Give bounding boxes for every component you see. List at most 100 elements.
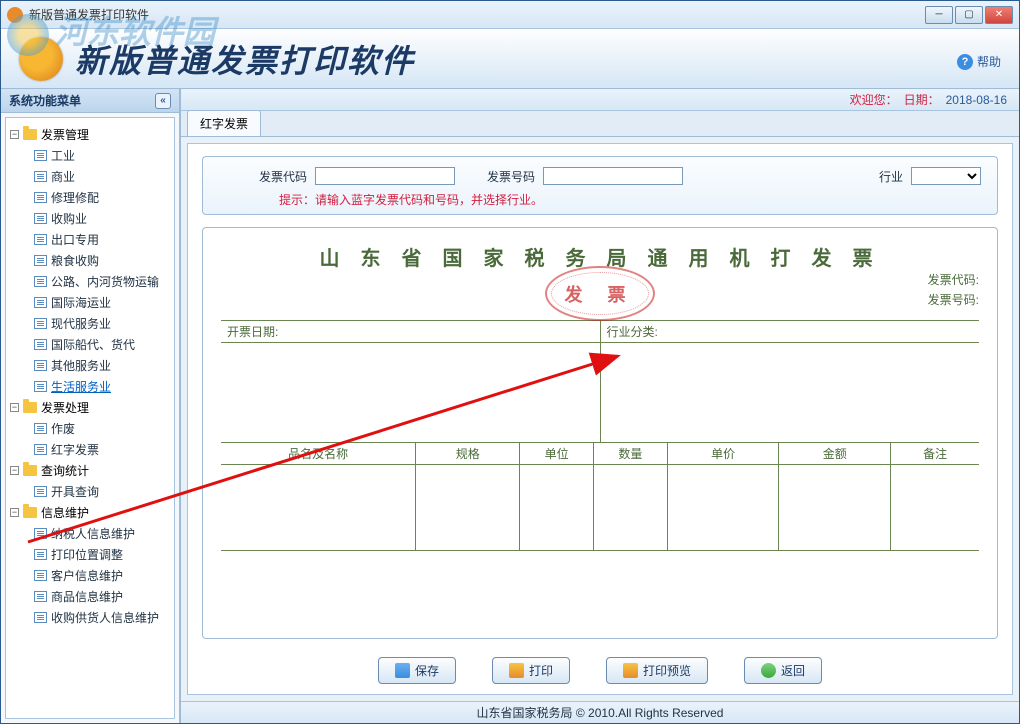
- tree-item-label: 修理修配: [51, 189, 99, 206]
- window-title: 新版普通发票打印软件: [29, 6, 925, 23]
- invoice-codes: 发票代码: 发票号码:: [928, 268, 979, 311]
- save-icon: [395, 663, 410, 678]
- banner: 新版普通发票打印软件 ? 帮助: [1, 29, 1019, 89]
- inv-code-label: 发票代码:: [928, 271, 979, 288]
- tree-item[interactable]: 工业: [6, 145, 174, 166]
- tree-item[interactable]: 客户信息维护: [6, 565, 174, 586]
- col-qty: 数量: [594, 443, 668, 464]
- doc-icon: [34, 339, 47, 350]
- back-button[interactable]: 返回: [744, 657, 822, 684]
- tree-item[interactable]: 粮食收购: [6, 250, 174, 271]
- help-link[interactable]: ? 帮助: [957, 53, 1001, 70]
- col-price: 单价: [668, 443, 780, 464]
- status-bar: 欢迎您： 日期： 2018-08-16: [181, 89, 1019, 111]
- tree-item[interactable]: 国际船代、货代: [6, 334, 174, 355]
- doc-icon: [34, 591, 47, 602]
- tree-item[interactable]: 出口专用: [6, 229, 174, 250]
- folder-icon: [23, 129, 37, 140]
- col-unit: 单位: [520, 443, 594, 464]
- tree-group-2[interactable]: −查询统计: [6, 460, 174, 481]
- tree-item-label: 国际海运业: [51, 294, 111, 311]
- doc-icon: [34, 276, 47, 287]
- tree-group-0[interactable]: − 发票管理: [6, 124, 174, 145]
- sidebar-header: 系统功能菜单 «: [1, 89, 179, 113]
- folder-icon: [23, 507, 37, 518]
- invoice-code-input[interactable]: [315, 167, 455, 185]
- print-icon: [509, 663, 524, 678]
- tree-group-1[interactable]: −发票处理: [6, 397, 174, 418]
- tree-item-label: 客户信息维护: [51, 567, 123, 584]
- tree-item-label: 收购业: [51, 210, 87, 227]
- col-name: 品名及名称: [221, 443, 416, 464]
- close-button[interactable]: ✕: [985, 6, 1013, 24]
- tab-red-invoice[interactable]: 红字发票: [187, 110, 261, 136]
- tree-item-label: 收购供货人信息维护: [51, 609, 159, 626]
- tree-item[interactable]: 开具查询: [6, 481, 174, 502]
- tree-group-3[interactable]: −信息维护: [6, 502, 174, 523]
- titlebar: 新版普通发票打印软件 ─ ▢ ✕: [1, 1, 1019, 29]
- tree-item[interactable]: 红字发票: [6, 439, 174, 460]
- tree-item[interactable]: 收购业: [6, 208, 174, 229]
- doc-icon: [34, 318, 47, 329]
- doc-icon: [34, 444, 47, 455]
- help-icon: ?: [957, 54, 973, 70]
- seller-cell: [601, 343, 980, 442]
- doc-icon: [34, 150, 47, 161]
- tree-item[interactable]: 商品信息维护: [6, 586, 174, 607]
- tab-bar: 红字发票: [181, 111, 1019, 137]
- doc-icon: [34, 423, 47, 434]
- tree-item-label: 红字发票: [51, 441, 99, 458]
- tree-item-label: 生活服务业: [51, 378, 111, 395]
- tree-item[interactable]: 作废: [6, 418, 174, 439]
- tree-item[interactable]: 商业: [6, 166, 174, 187]
- footer: 山东省国家税务局 © 2010.All Rights Reserved: [181, 701, 1019, 723]
- tree-item-label: 工业: [51, 147, 75, 164]
- invoice-number-input[interactable]: [543, 167, 683, 185]
- body-spec: [416, 465, 520, 550]
- app-window: 河东软件园 新版普通发票打印软件 ─ ▢ ✕ 新版普通发票打印软件 ? 帮助 系…: [0, 0, 1020, 724]
- banner-title: 新版普通发票打印软件: [75, 36, 415, 82]
- tree-item-label: 国际船代、货代: [51, 336, 135, 353]
- tree-item[interactable]: 修理修配: [6, 187, 174, 208]
- doc-icon: [34, 612, 47, 623]
- doc-icon: [34, 549, 47, 560]
- tree-item[interactable]: 打印位置调整: [6, 544, 174, 565]
- save-button[interactable]: 保存: [378, 657, 456, 684]
- preview-button[interactable]: 打印预览: [606, 657, 708, 684]
- tree-item[interactable]: 收购供货人信息维护: [6, 607, 174, 628]
- welcome-label: 欢迎您：: [850, 91, 898, 108]
- doc-icon: [34, 528, 47, 539]
- tree-toggle-icon: −: [10, 130, 19, 139]
- body-note: [891, 465, 979, 550]
- tree-toggle-icon: −: [10, 466, 19, 475]
- tree-item[interactable]: 纳税人信息维护: [6, 523, 174, 544]
- tree-item[interactable]: 现代服务业: [6, 313, 174, 334]
- tree-group-label: 发票管理: [41, 126, 89, 143]
- industry-cat-cell: 行业分类:: [601, 321, 980, 342]
- stamp-icon: 发 票: [545, 266, 655, 321]
- tree-item-label: 商品信息维护: [51, 588, 123, 605]
- tree-item[interactable]: 其他服务业: [6, 355, 174, 376]
- tree-item[interactable]: 国际海运业: [6, 292, 174, 313]
- number-label: 发票号码: [487, 168, 535, 185]
- print-button[interactable]: 打印: [492, 657, 570, 684]
- date-label: 日期：: [904, 91, 940, 108]
- minimize-button[interactable]: ─: [925, 6, 953, 24]
- doc-icon: [34, 381, 47, 392]
- tree-item[interactable]: 生活服务业: [6, 376, 174, 397]
- tree-toggle-icon: −: [10, 508, 19, 517]
- tree-item[interactable]: 公路、内河货物运输: [6, 271, 174, 292]
- industry-label: 行业: [879, 168, 903, 185]
- tree-item-label: 打印位置调整: [51, 546, 123, 563]
- industry-select[interactable]: [911, 167, 981, 185]
- sidebar: 系统功能菜单 « − 发票管理工业商业修理修配收购业出口专用粮食收购公路、内河货物…: [1, 89, 181, 723]
- sidebar-collapse-button[interactable]: «: [155, 93, 171, 109]
- form-hint: 提示：请输入蓝字发票代码和号码，并选择行业。: [279, 191, 981, 208]
- banner-logo-icon: [19, 37, 63, 81]
- invoice-table: 开票日期: 行业分类: 品名及名称 规格 单位 数量 单价: [221, 320, 979, 551]
- maximize-button[interactable]: ▢: [955, 6, 983, 24]
- doc-icon: [34, 255, 47, 266]
- tree-item-label: 开具查询: [51, 483, 99, 500]
- doc-icon: [34, 486, 47, 497]
- tree-toggle-icon: −: [10, 403, 19, 412]
